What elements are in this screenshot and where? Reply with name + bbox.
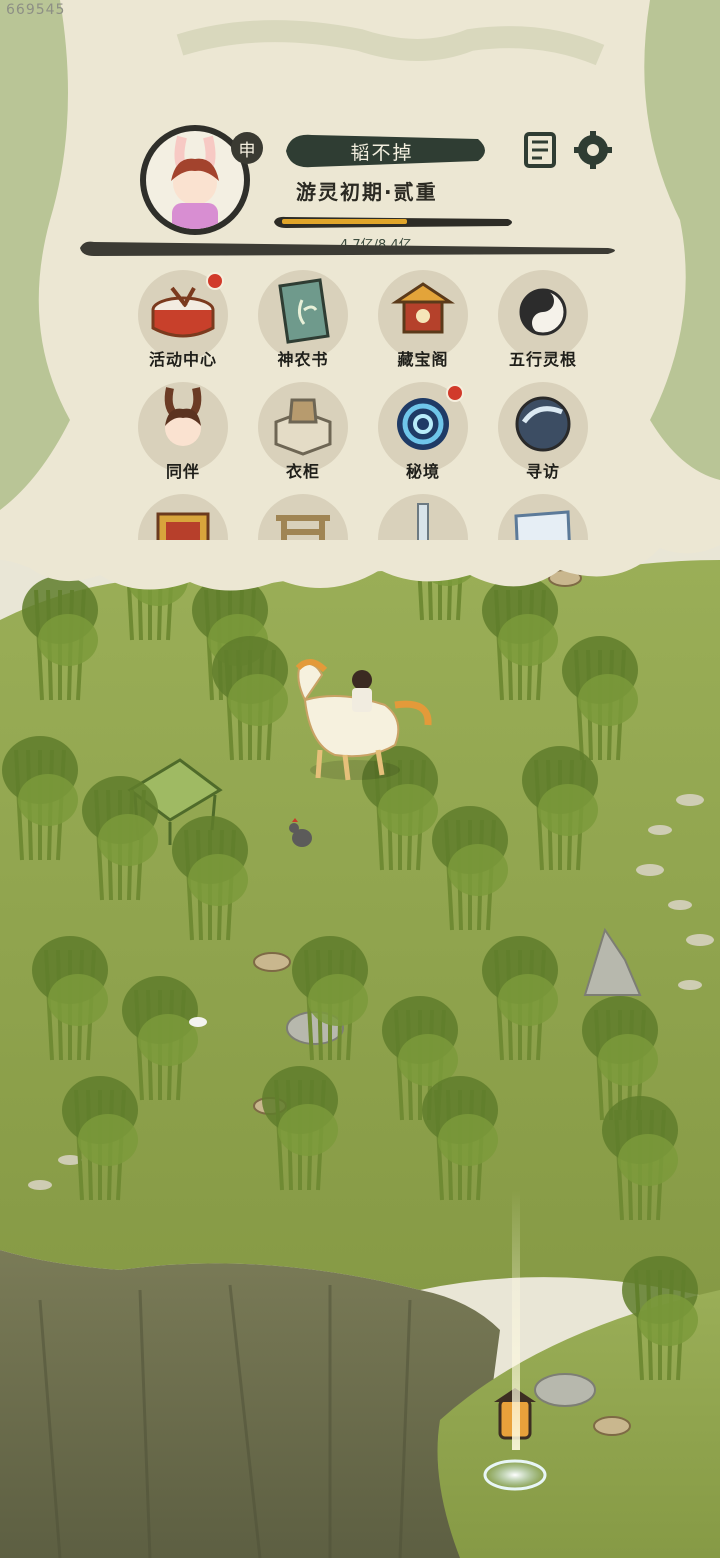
light-beam	[512, 1190, 520, 1450]
watermark-id: 669545	[6, 2, 66, 18]
menu-grid: 活动中心 神农书 藏宝阁 五行灵根 同伴 衣柜 秘境 寻访	[128, 270, 598, 540]
menu-item-label: 藏宝阁	[397, 350, 449, 369]
menu-item-label: 衣柜	[285, 462, 320, 481]
sword-icon	[417, 503, 429, 540]
notification-dot	[446, 384, 464, 402]
ink-divider	[80, 241, 615, 256]
zodiac-badge: 申	[231, 132, 263, 164]
player-name[interactable]: 韬不掉	[282, 131, 482, 171]
menu-item-treasure-pavilion[interactable]: 藏宝阁	[368, 270, 478, 380]
menu-item-five-elements[interactable]: 五行灵根	[488, 270, 598, 380]
menu-item-label: 同伴	[165, 462, 200, 481]
scroll-map-icon	[514, 510, 571, 540]
menu-item-label: 寻访	[525, 462, 560, 481]
rabbit-girl-portrait	[171, 135, 219, 229]
notification-dot	[206, 272, 224, 290]
menu-item-wardrobe[interactable]: 衣柜	[248, 382, 358, 492]
main-menu-panel: 669545 申 韬不掉 游灵初期·贰重 4.7亿/8.4亿	[0, 0, 720, 600]
experience-bar	[274, 216, 512, 228]
menu-item-label: 活动中心	[148, 350, 217, 369]
white-bird[interactable]	[189, 1017, 207, 1027]
menu-item-shennong-book[interactable]: 神农书	[248, 270, 358, 380]
menu-item-companion[interactable]: 同伴	[128, 382, 238, 492]
archway-icon	[276, 515, 330, 540]
menu-item-archway[interactable]	[248, 494, 358, 540]
cultivation-realm: 游灵初期·贰重	[296, 180, 438, 204]
scroll-book-icon[interactable]	[520, 130, 560, 170]
menu-item-scroll-map[interactable]	[488, 494, 598, 540]
menu-item-search-visit[interactable]: 寻访	[488, 382, 598, 492]
menu-item-activity-center[interactable]: 活动中心	[128, 270, 238, 380]
menu-item-secret-realm[interactable]: 秘境	[368, 382, 478, 492]
shrine-gate-icon	[156, 512, 210, 540]
gear-icon[interactable]	[573, 130, 613, 170]
teleport-portal[interactable]	[483, 1459, 547, 1491]
menu-item-sword[interactable]	[368, 494, 478, 540]
menu-item-label: 五行灵根	[508, 350, 577, 369]
menu-item-label: 神农书	[277, 350, 329, 369]
menu-item-shrine[interactable]	[128, 494, 238, 540]
menu-item-label: 秘境	[405, 462, 440, 481]
